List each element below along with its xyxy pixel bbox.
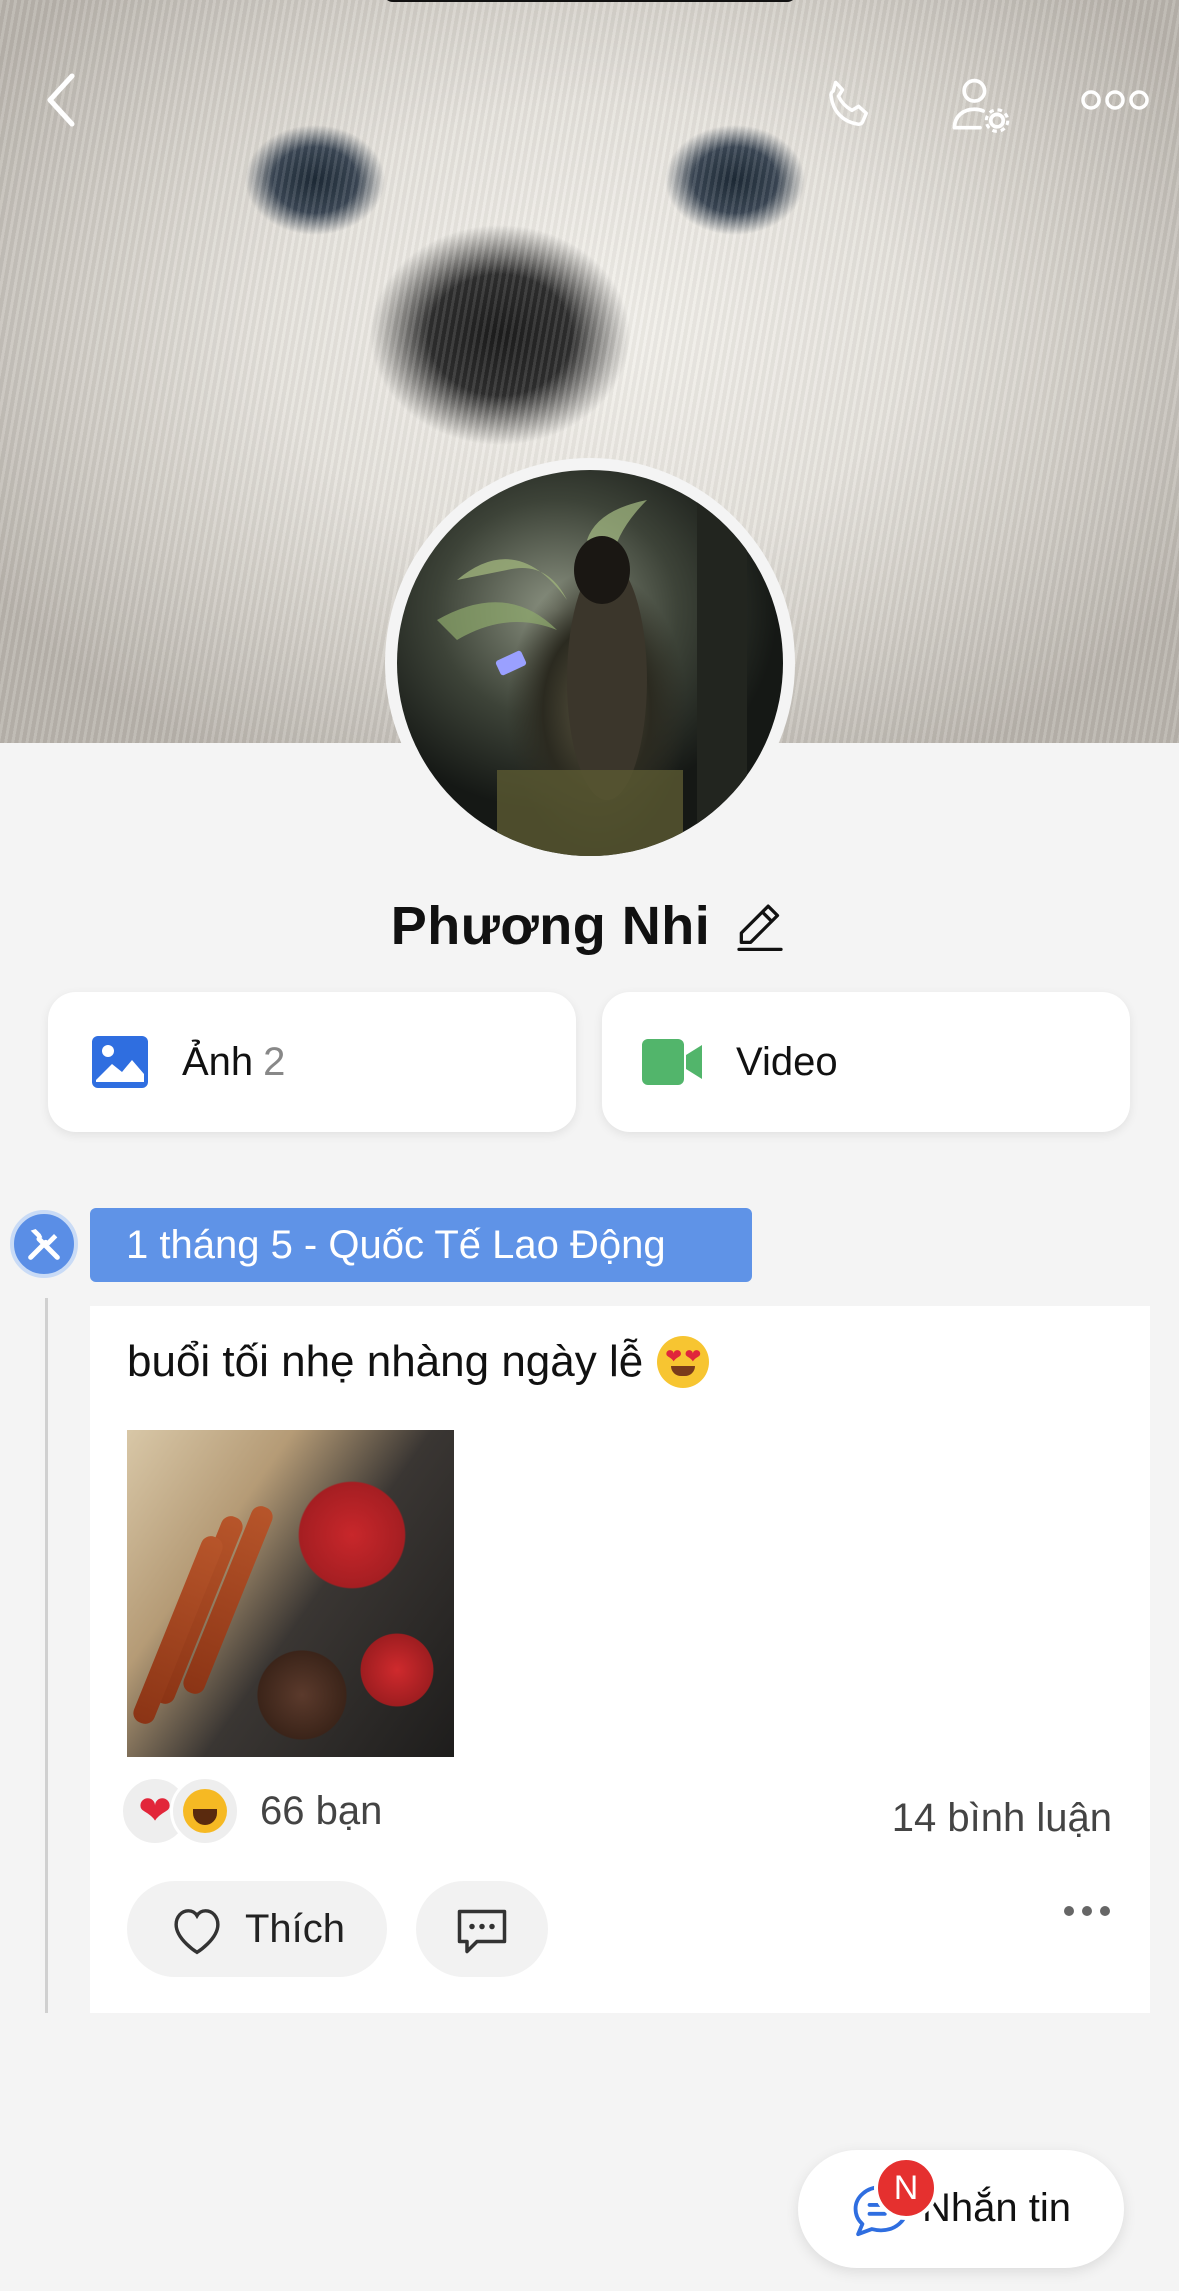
heart-eyes-emoji-icon <box>657 1336 710 1388</box>
timeline-line <box>45 1298 48 2013</box>
more-dots-icon <box>1081 90 1149 110</box>
like-button[interactable]: Thích <box>127 1881 387 1977</box>
user-gear-icon <box>952 78 1010 133</box>
phone-icon <box>829 80 868 126</box>
message-button[interactable]: Nhắn tin <box>798 2150 1124 2268</box>
videos-label: Video <box>736 1039 838 1084</box>
back-button[interactable] <box>30 60 90 140</box>
like-label: Thích <box>245 1906 346 1951</box>
profile-name: Phương Nhi <box>390 896 711 956</box>
post-photo[interactable] <box>127 1430 454 1757</box>
comment-count[interactable]: 14 bình luận <box>892 1796 1112 1841</box>
edit-name-button[interactable] <box>732 898 788 954</box>
videos-button[interactable]: Video <box>602 992 1130 1132</box>
haha-reaction-icon <box>170 1776 240 1846</box>
status-notch <box>383 0 797 2</box>
avatar-art <box>437 490 747 856</box>
photos-label: Ảnh <box>182 1039 254 1084</box>
reaction-count: 66 bạn <box>260 1788 383 1833</box>
tools-icon <box>28 1229 60 1260</box>
reaction-summary[interactable]: ❤ 66 bạn <box>120 1776 382 1846</box>
avatar-frame <box>385 458 795 868</box>
image-icon <box>92 1036 148 1088</box>
post-text: buổi tối nhẹ nhàng ngày lễ <box>127 1337 644 1386</box>
pencil-icon <box>737 904 783 951</box>
more-dots-icon <box>1064 1906 1074 1916</box>
photos-count: 2 <box>263 1039 286 1084</box>
avatar[interactable] <box>397 470 783 856</box>
event-tag[interactable]: 1 tháng 5 - Quốc Tế Lao Động <box>90 1208 752 1282</box>
photos-button[interactable]: Ảnh 2 <box>48 992 576 1132</box>
profile-name-row: Phương Nhi <box>0 895 1179 957</box>
message-badge: N <box>874 2156 938 2220</box>
comment-icon <box>457 1909 507 1954</box>
more-button[interactable] <box>1075 70 1155 130</box>
post-card: buổi tối nhẹ nhàng ngày lễ ❤ 66 bạn 14 b… <box>90 1306 1150 2013</box>
call-button[interactable] <box>810 65 890 145</box>
comment-button[interactable] <box>416 1881 548 1977</box>
chevron-left-icon <box>47 73 75 127</box>
post-text-row: buổi tối nhẹ nhàng ngày lễ <box>127 1336 710 1388</box>
heart-outline-icon <box>174 1909 220 1955</box>
message-label: Nhắn tin <box>922 2186 1071 2230</box>
post-more-button[interactable] <box>1064 1906 1110 1916</box>
profile-settings-button[interactable] <box>940 65 1020 145</box>
video-camera-icon <box>642 1039 702 1085</box>
event-tag-icon-badge <box>10 1210 78 1278</box>
